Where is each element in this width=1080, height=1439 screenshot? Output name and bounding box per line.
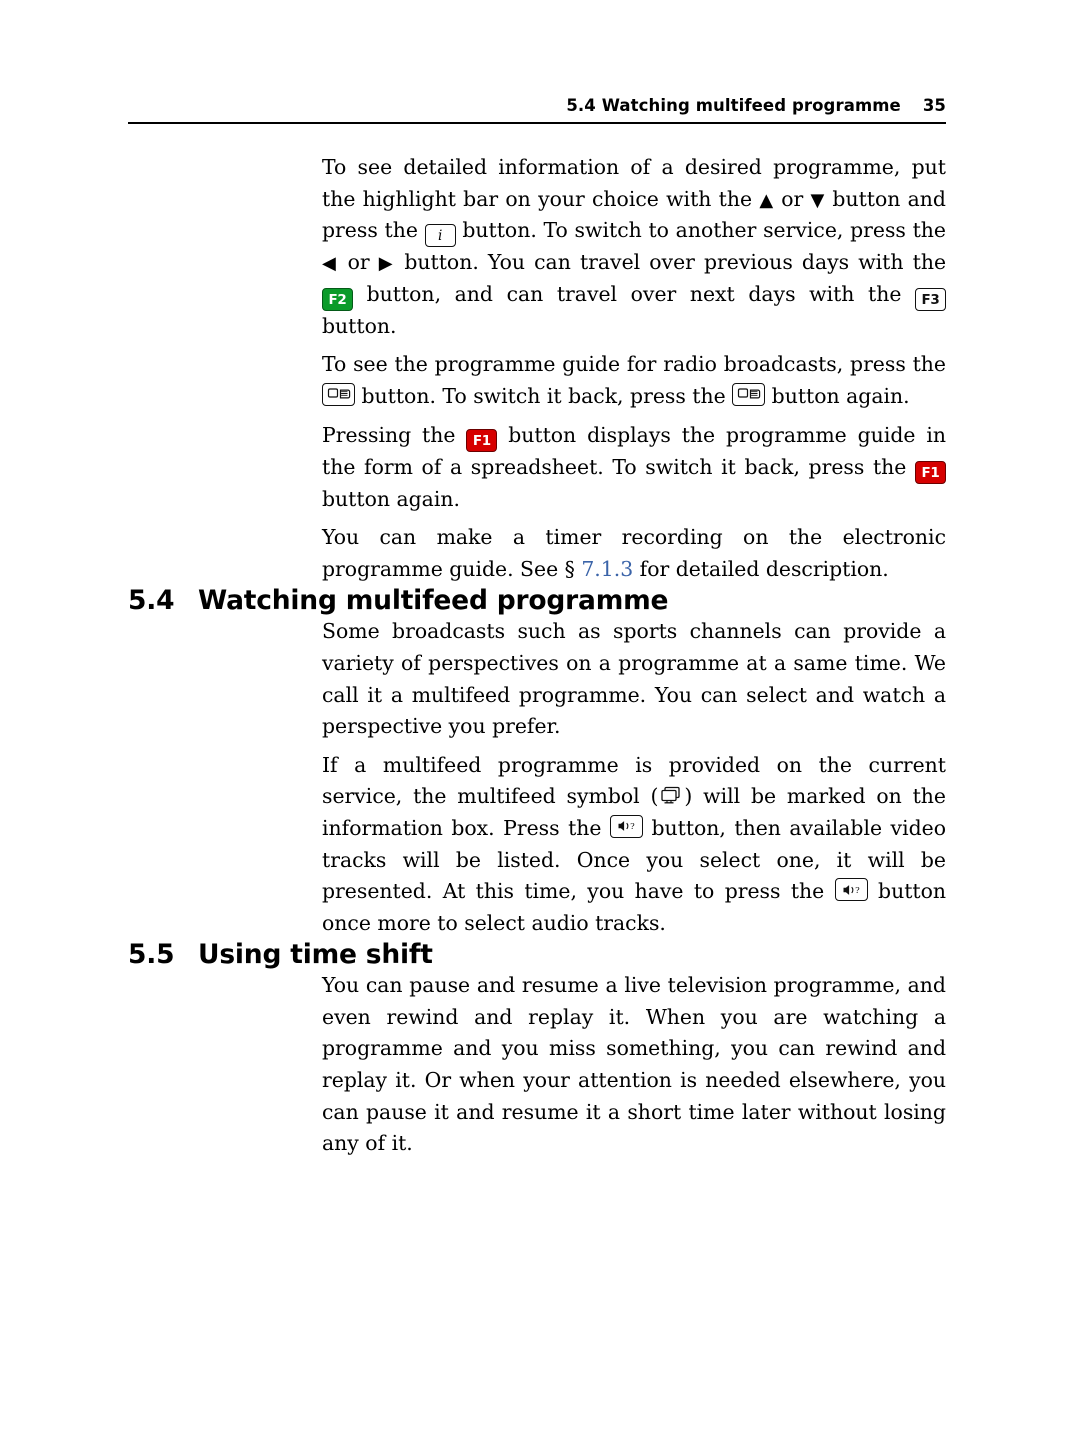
audio-track-icon: ? xyxy=(609,814,643,838)
document-page: 5.4 Watching multifeed programme 35 To s… xyxy=(0,0,1080,1439)
paragraph-spreadsheet-guide: Pressing the F1 button displays the prog… xyxy=(322,420,946,516)
tv-radio-toggle-icon-2 xyxy=(732,382,766,406)
page-content: To see detailed information of a desired… xyxy=(128,152,946,1160)
info-key-icon: i xyxy=(424,224,456,248)
p2-text-2: button. To switch it back, press the xyxy=(355,383,733,408)
audio-track-icon-2: ? xyxy=(834,878,868,902)
section-heading-55: 5.5 Using time shift xyxy=(128,939,946,970)
paragraph-timer-recording: You can make a timer recording on the el… xyxy=(322,522,946,585)
p1-text-4: button. To switch to another service, pr… xyxy=(455,218,947,243)
p1-text-6: button. You can travel over previous day… xyxy=(395,250,947,275)
f3-key-icon: F3 xyxy=(915,287,946,311)
svg-text:?: ? xyxy=(855,886,860,896)
header-rule xyxy=(128,122,946,124)
p1-text-7: button, and can travel over next days wi… xyxy=(353,281,915,306)
arrow-down-icon: ▼ xyxy=(810,189,826,211)
paragraph-radio-guide: To see the programme guide for radio bro… xyxy=(322,349,946,412)
paragraph-multifeed-intro: Some broadcasts such as sports channels … xyxy=(322,619,946,739)
arrow-right-icon: ▶ xyxy=(378,253,396,275)
f1-key-icon: F1 xyxy=(466,428,498,452)
multifeed-icon xyxy=(658,785,684,807)
svg-text:?: ? xyxy=(631,823,636,833)
running-header: 5.4 Watching multifeed programme 35 xyxy=(128,96,946,115)
arrow-left-icon: ◀ xyxy=(322,253,339,275)
cross-reference-713[interactable]: 7.1.3 xyxy=(581,557,633,581)
section-heading-54: 5.4 Watching multifeed programme xyxy=(128,585,946,616)
p1-text-5: or xyxy=(338,250,379,275)
f2-key-icon: F2 xyxy=(322,287,353,311)
paragraph-multifeed-usage: If a multifeed programme is provided on … xyxy=(322,750,946,940)
p2-text-1: To see the programme guide for radio bro… xyxy=(322,352,946,377)
arrow-up-icon: ▲ xyxy=(759,189,774,211)
section-title-55: Using time shift xyxy=(198,939,433,971)
p1-text-2: or xyxy=(773,186,811,211)
section-number-54: 5.4 xyxy=(128,585,175,617)
tv-radio-toggle-icon xyxy=(322,382,355,406)
p1-text-8: button. xyxy=(322,313,397,338)
paragraph-time-shift: You can pause and resume a live televisi… xyxy=(322,973,946,1156)
section-title-54: Watching multifeed programme xyxy=(198,585,669,617)
header-title: 5.4 Watching multifeed programme xyxy=(566,96,901,115)
paragraph-epg-navigation: To see detailed information of a desired… xyxy=(322,152,946,342)
f1-key-icon-2: F1 xyxy=(915,460,946,484)
p3-text-1: Pressing the xyxy=(322,422,467,447)
header-page-number: 35 xyxy=(922,96,946,115)
p4-text-2: for detailed description. xyxy=(633,556,889,581)
p3-text-3: button again. xyxy=(322,486,460,511)
section-number-55: 5.5 xyxy=(128,939,175,971)
p2-text-3: button again. xyxy=(765,383,910,408)
